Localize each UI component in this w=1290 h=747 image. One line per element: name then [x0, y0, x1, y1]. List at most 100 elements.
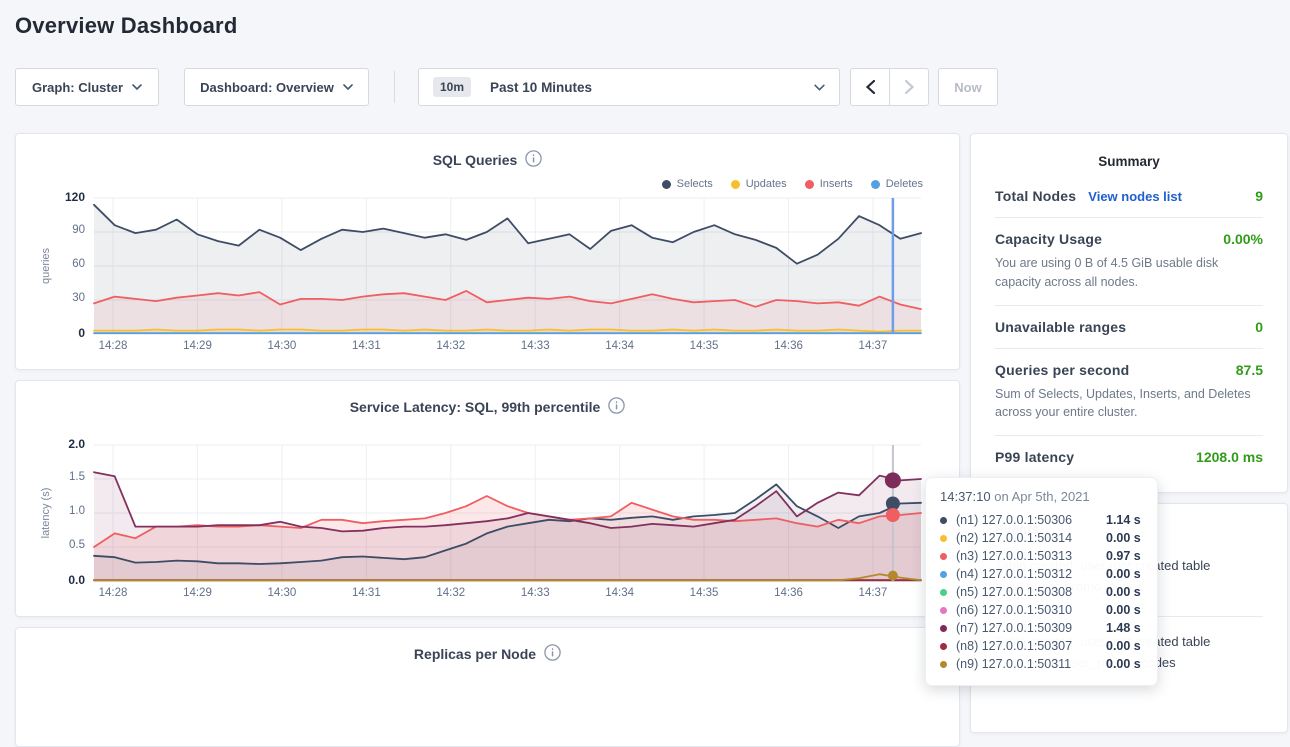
p99-latency-label: P99 latency	[995, 449, 1074, 465]
node-color-dot	[940, 643, 947, 650]
y-tick-label: 0	[78, 326, 85, 340]
dashboard-dropdown[interactable]: Dashboard: Overview	[184, 68, 369, 106]
x-tick-label: 14:37	[859, 587, 888, 599]
y-tick-label: 30	[72, 292, 85, 304]
summary-row-capacity: Capacity Usage 0.00% You are using 0 B o…	[995, 218, 1263, 306]
info-icon[interactable]	[608, 397, 625, 417]
x-tick-label: 14:37	[859, 340, 888, 352]
node-address: (n4) 127.0.0.1:50312	[956, 567, 1106, 581]
node-address: (n3) 127.0.0.1:50313	[956, 549, 1106, 563]
x-tick-label: 14:32	[436, 340, 465, 352]
dashboard-dropdown-label: Dashboard: Overview	[200, 80, 334, 95]
tooltip-node-row: (n3) 127.0.0.1:503130.97 s	[940, 547, 1143, 565]
chart-title: SQL Queries	[433, 152, 518, 168]
legend-dot	[871, 180, 880, 189]
summary-row-total-nodes: Total Nodes View nodes list 9	[995, 175, 1263, 218]
info-icon[interactable]	[525, 150, 542, 170]
qps-value: 87.5	[1236, 362, 1263, 378]
node-address: (n6) 127.0.0.1:50310	[956, 603, 1106, 617]
chart-tooltip: 14:37:10 on Apr 5th, 2021 (n1) 127.0.0.1…	[925, 477, 1158, 686]
capacity-value: 0.00%	[1223, 231, 1263, 247]
y-tick-label: 1.0	[69, 505, 85, 517]
sql-queries-card: SQL Queries SelectsUpdatesInsertsDeletes…	[15, 133, 960, 370]
x-tick-label: 14:30	[268, 340, 297, 352]
now-button[interactable]: Now	[938, 68, 998, 106]
chart-legend: SelectsUpdatesInsertsDeletes	[662, 178, 923, 190]
node-address: (n2) 127.0.0.1:50314	[956, 531, 1106, 545]
legend-item: Selects	[662, 178, 713, 190]
node-color-dot	[940, 661, 947, 668]
time-next-button[interactable]	[889, 68, 929, 106]
node-latency-value: 0.00 s	[1106, 531, 1141, 545]
y-axis-label: queries	[40, 248, 52, 284]
y-tick-label: 0.0	[68, 573, 85, 587]
node-latency-value: 0.00 s	[1106, 639, 1141, 653]
tooltip-node-row: (n4) 127.0.0.1:503120.00 s	[940, 565, 1143, 583]
legend-dot	[805, 180, 814, 189]
chevron-left-icon	[866, 80, 875, 94]
x-tick-label: 14:30	[268, 587, 297, 599]
node-latency-value: 1.48 s	[1106, 621, 1141, 635]
tooltip-node-row: (n5) 127.0.0.1:503080.00 s	[940, 583, 1143, 601]
legend-dot	[662, 180, 671, 189]
node-latency-value: 0.00 s	[1106, 603, 1141, 617]
summary-title: Summary	[995, 154, 1263, 169]
node-color-dot	[940, 589, 947, 596]
summary-panel: Summary Total Nodes View nodes list 9 Ca…	[970, 133, 1288, 493]
x-tick-label: 14:33	[521, 587, 550, 599]
time-range-badge: 10m	[433, 77, 471, 97]
graph-dropdown-label: Graph: Cluster	[32, 80, 123, 95]
node-color-dot	[940, 535, 947, 542]
service-latency-plot[interactable]: latency (s) 0.00.51.01.52.014:2814:2914:…	[94, 445, 921, 581]
x-tick-label: 14:31	[352, 340, 381, 352]
sql-queries-chart	[94, 198, 921, 334]
x-tick-label: 14:28	[99, 587, 128, 599]
tooltip-node-row: (n6) 127.0.0.1:503100.00 s	[940, 601, 1143, 619]
y-tick-label: 2.0	[68, 437, 85, 451]
tooltip-node-row: (n2) 127.0.0.1:503140.00 s	[940, 529, 1143, 547]
y-axis-label: latency (s)	[40, 488, 52, 539]
sql-queries-plot[interactable]: queries 030609012014:2814:2914:3014:3114…	[94, 198, 921, 334]
page-title: Overview Dashboard	[15, 13, 237, 39]
time-range-dropdown[interactable]: 10m Past 10 Minutes	[418, 68, 840, 106]
chevron-right-icon	[905, 80, 914, 94]
node-latency-value: 1.14 s	[1106, 513, 1141, 527]
y-tick-label: 120	[65, 190, 85, 204]
legend-item: Updates	[731, 178, 787, 190]
x-tick-label: 14:32	[436, 587, 465, 599]
tooltip-node-row: (n8) 127.0.0.1:503070.00 s	[940, 637, 1143, 655]
x-tick-label: 14:35	[690, 587, 719, 599]
toolbar-divider	[394, 71, 395, 103]
node-color-dot	[940, 607, 947, 614]
chevron-down-icon	[343, 84, 353, 90]
node-color-dot	[940, 625, 947, 632]
x-tick-label: 14:34	[605, 587, 634, 599]
node-latency-value: 0.00 s	[1106, 585, 1141, 599]
summary-row-qps: Queries per second 87.5 Sum of Selects, …	[995, 349, 1263, 437]
service-latency-chart	[94, 445, 921, 581]
node-address: (n9) 127.0.0.1:50311	[956, 657, 1106, 671]
legend-item: Deletes	[871, 178, 923, 190]
p99-latency-value: 1208.0 ms	[1196, 449, 1263, 465]
y-tick-label: 60	[72, 258, 85, 270]
tooltip-node-row: (n7) 127.0.0.1:503091.48 s	[940, 619, 1143, 637]
y-tick-label: 0.5	[69, 539, 85, 551]
node-color-dot	[940, 517, 947, 524]
x-tick-label: 14:29	[183, 587, 212, 599]
total-nodes-label: Total Nodes	[995, 188, 1076, 204]
chart-title: Service Latency: SQL, 99th percentile	[350, 399, 601, 415]
graph-dropdown[interactable]: Graph: Cluster	[15, 68, 159, 106]
time-prev-button[interactable]	[850, 68, 890, 106]
summary-row-unavailable-ranges: Unavailable ranges 0	[995, 306, 1263, 349]
unavailable-ranges-value: 0	[1255, 319, 1263, 335]
x-tick-label: 14:29	[183, 340, 212, 352]
node-latency-value: 0.97 s	[1106, 549, 1141, 563]
view-nodes-list-link[interactable]: View nodes list	[1088, 189, 1182, 204]
legend-label: Deletes	[886, 178, 923, 190]
node-latency-value: 0.00 s	[1106, 657, 1141, 671]
x-tick-label: 14:36	[774, 340, 803, 352]
info-icon[interactable]	[544, 644, 561, 664]
node-latency-value: 0.00 s	[1106, 567, 1141, 581]
replicas-per-node-card: Replicas per Node	[15, 627, 960, 747]
chevron-down-icon	[814, 84, 825, 91]
